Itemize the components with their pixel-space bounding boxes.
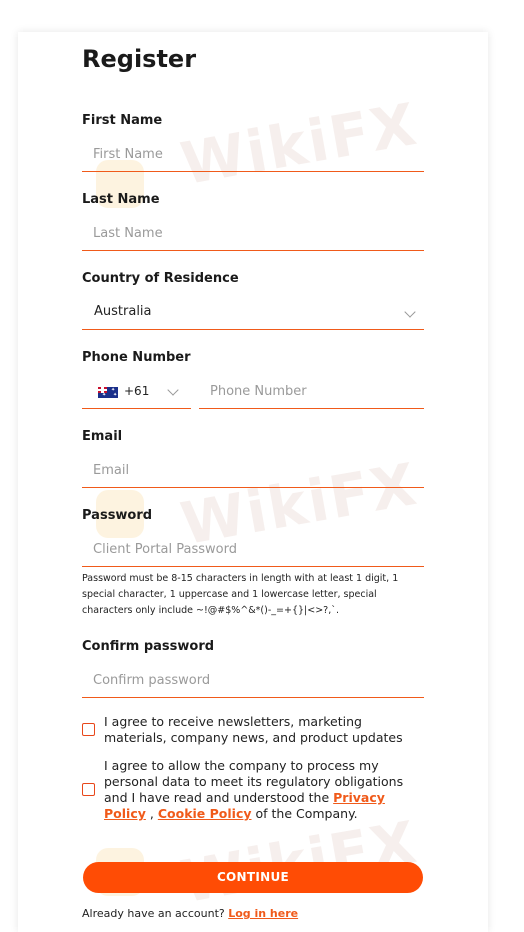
phone-number-field[interactable] [199,375,424,409]
password-hint: Password must be 8-15 characters in leng… [82,573,399,616]
country-value: Australia [94,304,152,319]
email-field[interactable] [82,454,424,488]
phone-number-input[interactable] [199,375,424,408]
email-input[interactable] [82,454,424,487]
confirm-password-input[interactable] [82,664,424,697]
email-label: Email [82,429,123,444]
confirm-password-field[interactable] [82,664,424,698]
data-consent-text: I agree to allow the company to process … [104,758,414,822]
page-title: Register [82,45,197,73]
password-field[interactable] [82,533,424,567]
data-consent-suffix: of the Company. [255,806,358,821]
continue-button[interactable]: CONTINUE [83,862,423,893]
last-name-field[interactable] [82,217,424,251]
first-name-label: First Name [82,113,163,128]
newsletter-checkbox[interactable] [82,723,95,736]
country-select[interactable]: Australia [82,296,424,330]
first-name-field[interactable] [82,138,424,172]
phone-label: Phone Number [82,350,191,365]
chevron-down-icon [404,306,416,318]
last-name-label: Last Name [82,192,160,207]
last-name-input[interactable] [82,217,424,250]
data-consent-checkbox[interactable] [82,783,95,796]
phone-code-select[interactable]: ✦ ✦ ✦ +61 [82,375,191,409]
chevron-down-icon [167,384,179,396]
country-label: Country of Residence [82,271,239,286]
first-name-input[interactable] [82,138,424,171]
password-label: Password [82,508,153,523]
consent-separator: , [149,806,154,821]
password-input[interactable] [82,533,424,566]
cookie-policy-link[interactable]: Cookie Policy [158,806,252,821]
confirm-password-label: Confirm password [82,639,215,654]
newsletter-consent-text: I agree to receive newsletters, marketin… [104,714,403,745]
australia-flag-icon: ✦ ✦ ✦ [98,387,118,398]
phone-code-value: +61 [124,384,150,398]
